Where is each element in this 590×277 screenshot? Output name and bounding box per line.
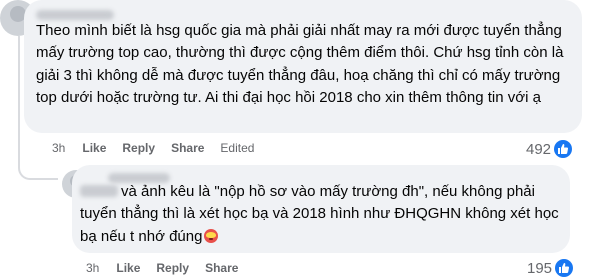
reply-bubble: và ảnh kêu là "nộp hồ sơ vào mấy trường … [72,165,570,253]
clown-face-icon [204,228,219,243]
reply-actions: 3h Like Reply Share [86,261,254,275]
reply-text-body: và ảnh kêu là "nộp hồ sơ vào mấy trường … [80,183,559,245]
mentioned-name[interactable] [80,185,118,197]
reaction-count[interactable]: 195 [527,259,574,277]
reply-text: và ảnh kêu là "nộp hồ sơ vào mấy trường … [80,181,560,248]
comment-text: Theo mình biết là hsg quốc gia mà phải g… [36,22,564,106]
comment-bubble: Theo mình biết là hsg quốc gia mà phải g… [24,0,582,133]
thumbs-up-icon [555,259,574,277]
share-button[interactable]: Share [205,261,238,275]
reaction-number: 195 [527,259,553,277]
like-button[interactable]: Like [116,261,140,275]
comment-time[interactable]: 3h [52,141,65,155]
reply-button[interactable]: Reply [122,141,155,155]
reply-button[interactable]: Reply [156,261,189,275]
comment-actions: 3h Like Reply Share Edited [52,141,270,155]
reply-time[interactable]: 3h [86,261,99,275]
reaction-number: 492 [526,140,552,158]
thread-line [18,36,20,156]
like-button[interactable]: Like [82,141,106,155]
share-button[interactable]: Share [171,141,204,155]
thumbs-up-icon [554,140,573,158]
edited-label: Edited [220,141,255,155]
reaction-count[interactable]: 492 [526,140,573,158]
comment-author-name[interactable] [36,10,114,20]
